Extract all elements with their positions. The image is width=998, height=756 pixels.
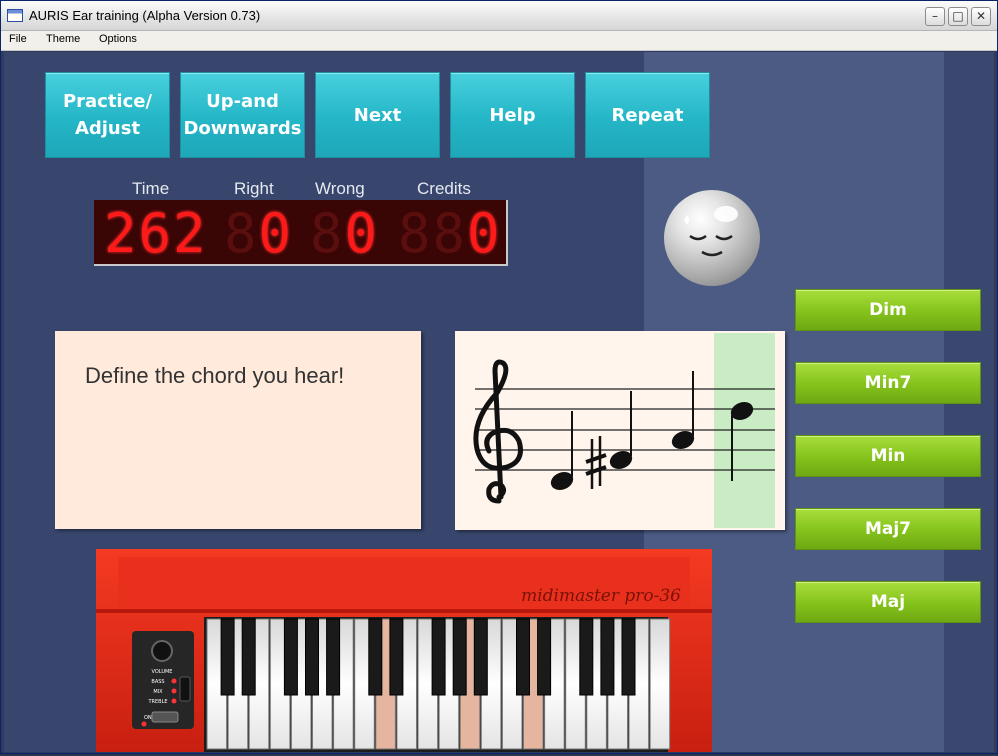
brand-label: midimaster pro-36	[521, 586, 681, 606]
repeat-button[interactable]: Repeat	[585, 72, 710, 158]
up-and-downwards-button[interactable]: Up-and Downwards	[180, 72, 305, 158]
power-label: ON	[144, 715, 152, 721]
black-key[interactable]	[326, 618, 341, 696]
close-button[interactable]: ✕	[971, 7, 991, 26]
menu-bar: File Theme Options	[1, 31, 997, 51]
music-staff	[455, 331, 785, 530]
prompt-panel: Define the chord you hear!	[55, 331, 421, 529]
menu-file[interactable]: File	[9, 33, 27, 45]
treble-clef-icon	[473, 359, 523, 504]
black-key[interactable]	[283, 618, 298, 696]
black-key[interactable]	[600, 618, 615, 696]
sharp-icon	[585, 436, 607, 489]
answer-dim-button[interactable]: Dim	[795, 289, 981, 331]
right-label: Right	[234, 179, 274, 198]
white-key[interactable]	[649, 618, 671, 750]
answer-min7-button[interactable]: Min7	[795, 362, 981, 404]
title-bar[interactable]: AURIS Ear training (Alpha Version 0.73) …	[1, 1, 997, 31]
treble-label: TREBLE	[147, 699, 167, 705]
right-counter: 80	[224, 202, 294, 265]
time-label: Time	[132, 179, 170, 198]
practice-adjust-button[interactable]: Practice/ Adjust	[45, 72, 170, 158]
black-key[interactable]	[452, 618, 467, 696]
black-key[interactable]	[220, 618, 235, 696]
black-key[interactable]	[368, 618, 383, 696]
sleeping-face-icon	[664, 190, 760, 286]
menu-options[interactable]: Options	[99, 33, 137, 45]
bass-label: BASS	[151, 679, 164, 685]
answer-min-button[interactable]: Min	[795, 435, 981, 477]
prompt-text: Define the chord you hear!	[85, 363, 345, 388]
help-button[interactable]: Help	[450, 72, 575, 158]
time-counter: 262	[104, 202, 208, 265]
credits-counter: 880	[398, 202, 502, 265]
credits-label: Credits	[417, 179, 471, 198]
black-key[interactable]	[621, 618, 636, 696]
mix-label: MIX	[153, 689, 163, 695]
black-key[interactable]	[579, 618, 594, 696]
answer-maj7-button[interactable]: Maj7	[795, 508, 981, 550]
black-key[interactable]	[431, 618, 446, 696]
maximize-button[interactable]: □	[948, 7, 968, 26]
next-button[interactable]: Next	[315, 72, 440, 158]
app-window: AURIS Ear training (Alpha Version 0.73) …	[0, 0, 998, 754]
app-icon	[7, 9, 23, 22]
black-key[interactable]	[537, 618, 552, 696]
volume-knob-icon[interactable]	[151, 640, 173, 662]
midi-keyboard: midimaster pro-36 VOLUME BASS MIX TREBLE…	[96, 549, 712, 752]
minimize-button[interactable]: –	[925, 7, 945, 26]
score-display: 262 80 80 880	[94, 200, 508, 266]
black-key[interactable]	[516, 618, 530, 696]
black-key[interactable]	[389, 618, 404, 696]
main-area: Practice/ Adjust Up-and Downwards Next H…	[4, 52, 994, 752]
black-key[interactable]	[305, 618, 319, 696]
wrong-label: Wrong	[315, 179, 365, 198]
power-switch[interactable]	[151, 711, 179, 723]
answer-maj-button[interactable]: Maj	[795, 581, 981, 623]
black-key[interactable]	[473, 618, 488, 696]
volume-label: VOLUME	[152, 669, 173, 675]
wrong-counter: 80	[310, 202, 380, 265]
window-title: AURIS Ear training (Alpha Version 0.73)	[29, 8, 261, 23]
black-key[interactable]	[241, 618, 256, 696]
menu-theme[interactable]: Theme	[46, 33, 80, 45]
